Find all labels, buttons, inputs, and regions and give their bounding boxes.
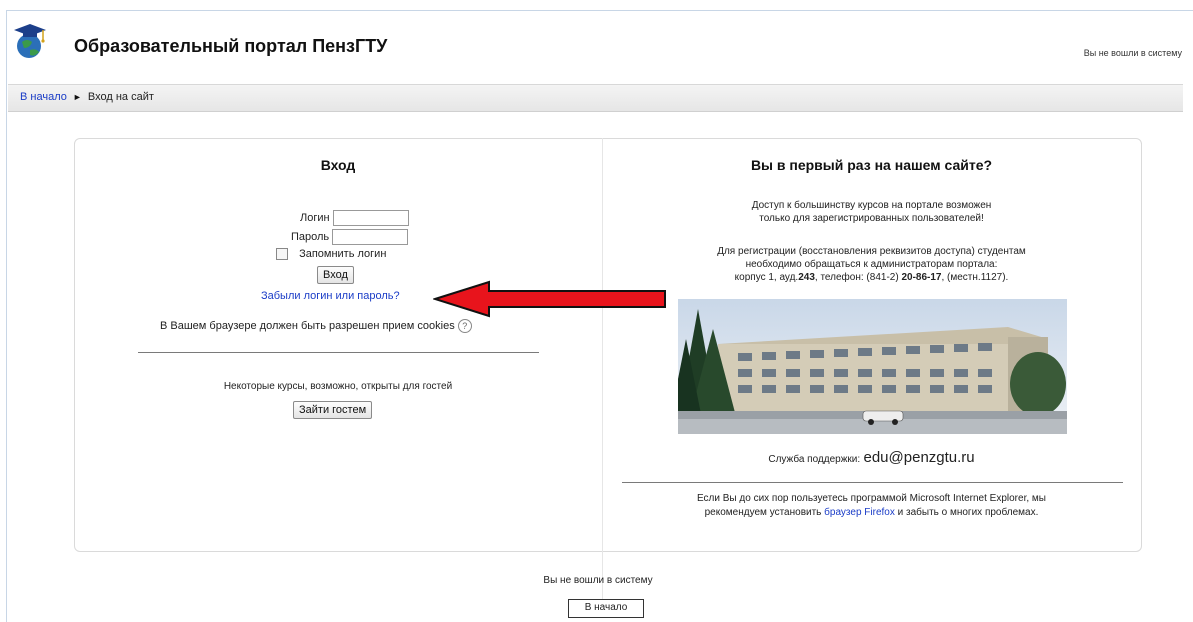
guest-notice: Некоторые курсы, возможно, открыты для г… (223, 381, 453, 392)
guest-login-button[interactable]: Зайти гостем (293, 401, 373, 419)
forgot-password-link[interactable]: Забыли логин или пароль? (261, 290, 400, 302)
signup-divider (622, 482, 1123, 483)
password-label: Пароль (291, 230, 330, 243)
password-row: Пароль (291, 229, 409, 245)
registration-line-2: необходимо обращаться к администраторам … (745, 259, 998, 270)
support-email: edu@penzgtu.ru (863, 449, 975, 466)
login-button[interactable]: Вход (317, 266, 354, 284)
divider (138, 352, 539, 353)
remember-row: Запомнить логин (276, 248, 387, 261)
room-number: 243 (798, 272, 815, 283)
site-title: Образовательный портал ПензГТУ (74, 36, 388, 56)
login-heading: Вход (320, 157, 356, 173)
cookies-row: В Вашем браузере должен быть разрешен пр… (160, 319, 472, 333)
page-header: Образовательный портал ПензГТУ Вы не вош… (12, 22, 1182, 62)
graduation-cap-globe-icon[interactable] (12, 22, 48, 62)
username-row: Логин (300, 210, 409, 226)
browser-notice-line-2: рекомендуем установить браузер Firefox и… (603, 506, 1140, 520)
support-label: Служба поддержки: (768, 454, 861, 465)
remember-label: Запомнить логин (299, 248, 387, 260)
username-label: Логин (300, 211, 330, 224)
guest-row: Зайти гостем (293, 401, 373, 419)
footer-home-button[interactable]: В начало (568, 599, 644, 618)
password-input[interactable] (332, 229, 409, 245)
breadcrumb-arrow-icon: ► (72, 92, 82, 102)
phone-prefix: , телефон: (841-2) (814, 272, 902, 283)
university-building-photo (678, 299, 1067, 434)
browser-notice-line-1: Если Вы до сих пор пользуетесь программо… (697, 493, 1046, 504)
browser-notice: Если Вы до сих пор пользуетесь программо… (603, 492, 1140, 520)
breadcrumb: В начало ► Вход на сайт (20, 91, 154, 103)
room-prefix: корпус 1, ауд. (734, 272, 799, 283)
navbar: В начало ► Вход на сайт (8, 84, 1183, 112)
cookies-notice: В Вашем браузере должен быть разрешен пр… (160, 319, 455, 332)
signup-panel: Вы в первый раз на нашем сайте? Доступ к… (603, 138, 1140, 550)
forgot-row: Забыли логин или пароль? (261, 290, 400, 302)
login-panel: Вход Логин Пароль Запомнить логин Вход З… (74, 138, 602, 550)
registration-line-1: Для регистрации (восстановления реквизит… (717, 246, 1026, 257)
username-input[interactable] (332, 210, 409, 226)
browser-notice-suffix: и забыть о многих проблемах. (894, 507, 1039, 518)
phone-number: 20-86-17 (901, 272, 942, 283)
red-arrow-icon (431, 280, 669, 321)
registration-info: Для регистрации (восстановления реквизит… (603, 245, 1140, 284)
login-status: Вы не вошли в систему (1083, 48, 1182, 58)
access-line-1: Доступ к большинству курсов на портале в… (751, 200, 992, 211)
firefox-link[interactable]: браузер Firefox (824, 507, 895, 518)
submit-row: Вход (317, 266, 354, 284)
browser-notice-prefix: рекомендуем установить (704, 507, 825, 518)
remember-checkbox[interactable] (276, 248, 288, 261)
access-line-2: только для зарегистрированных пользовате… (759, 213, 984, 224)
breadcrumb-home-link[interactable]: В начало (20, 91, 67, 103)
signup-heading: Вы в первый раз на нашем сайте? (750, 157, 993, 173)
support-row: Служба поддержки: edu@penzgtu.ru (603, 449, 1140, 466)
access-info: Доступ к большинству курсов на портале в… (603, 199, 1140, 225)
extension: , (местн.1127). (941, 272, 1009, 283)
breadcrumb-current: Вход на сайт (87, 91, 154, 103)
footer-login-status: Вы не вошли в систему (543, 575, 653, 586)
help-icon[interactable]: ? (457, 319, 472, 333)
registration-line-3: корпус 1, ауд.243, телефон: (841-2) 20-8… (603, 271, 1140, 284)
